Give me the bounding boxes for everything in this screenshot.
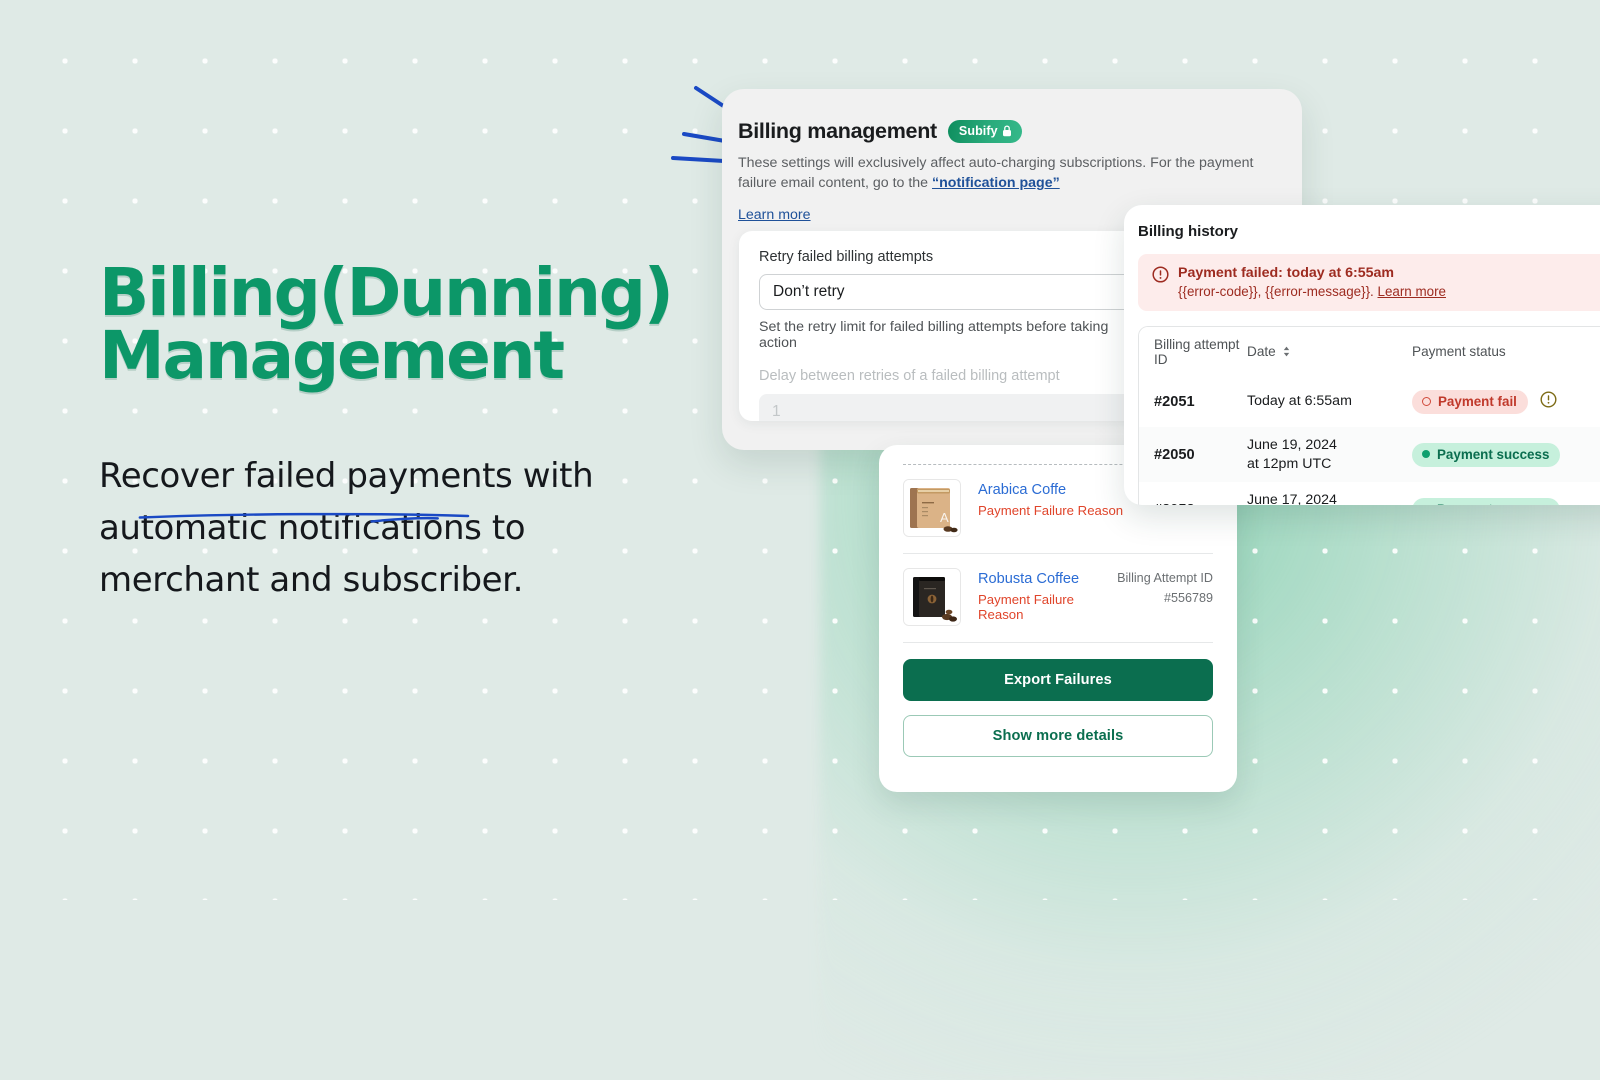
- status-badge-label: Payment success: [1437, 446, 1550, 462]
- product-failure-reason: Payment Failure Reason: [978, 592, 1075, 622]
- row-date: June 19, 2024 at 12pm UTC: [1247, 437, 1337, 472]
- billing-history-title: Billing history: [1138, 223, 1239, 240]
- page-title: Billing(Dunning) Management: [99, 254, 674, 394]
- row-date: Today at 6:55am: [1247, 393, 1352, 410]
- fail-ring-icon: [1422, 396, 1431, 406]
- table-row[interactable]: #2052 June 17, 2024 at 12pm UTC Payment …: [1139, 482, 1600, 505]
- billing-history-table: Billing attempt ID Date Payment status #…: [1138, 326, 1600, 505]
- svg-text:A: A: [940, 510, 949, 525]
- column-header-payment-status: Payment status: [1412, 343, 1506, 359]
- product-meta: Billing Attempt ID #556789: [1117, 568, 1213, 605]
- billing-management-title: Billing management: [738, 119, 937, 143]
- learn-more-link[interactable]: Learn more: [738, 207, 811, 223]
- table-row[interactable]: #2051 Today at 6:55am Payment fail: [1139, 376, 1600, 427]
- warning-circle-icon[interactable]: [1540, 390, 1557, 413]
- alert-body: {{error-code}}, {{error-message}}. Learn…: [1178, 284, 1446, 299]
- column-header-date-label: Date: [1247, 343, 1276, 359]
- row-billing-attempt-id: #2051: [1154, 393, 1195, 410]
- list-item[interactable]: Robusta Coffee Payment Failure Reason Bi…: [903, 554, 1213, 642]
- retry-attempts-select[interactable]: Don’t retry: [759, 274, 1139, 310]
- subtitle-underline-scribble: [138, 513, 470, 524]
- error-circle-icon: [1152, 266, 1169, 288]
- status-badge: Payment fail: [1412, 389, 1528, 414]
- row-date: June 17, 2024 at 12pm UTC: [1247, 492, 1337, 505]
- page-subtitle: Recover failed payments with automatic n…: [99, 456, 594, 600]
- retry-settings-panel: Retry failed billing attempts Don’t retr…: [739, 231, 1159, 421]
- robusta-bag-thumb: [903, 568, 961, 626]
- retry-delay-input-value: 1: [772, 403, 781, 420]
- retry-delay-label: Delay between retries of a failed billin…: [759, 368, 1060, 384]
- retry-attempts-label: Retry failed billing attempts: [759, 249, 934, 265]
- row-billing-attempt-id: #2052: [1154, 502, 1195, 505]
- status-badge-label: Payment success: [1437, 502, 1549, 505]
- sort-chevrons-icon[interactable]: [1281, 345, 1292, 358]
- alert-learn-more-link[interactable]: Learn more: [1378, 284, 1446, 299]
- payment-failed-alert: Payment failed: today at 6:55am {{error-…: [1138, 254, 1600, 311]
- billing-history-card: Billing history Payment failed: today at…: [1124, 205, 1600, 505]
- retry-attempts-select-value: Don’t retry: [773, 283, 845, 300]
- alert-title: Payment failed: today at 6:55am: [1178, 265, 1395, 281]
- arabica-bag-thumb: A: [903, 479, 961, 537]
- notification-page-link[interactable]: “notification page”: [932, 175, 1060, 191]
- billing-management-description: These settings will exclusively affect a…: [738, 153, 1258, 193]
- subify-badge-label: Subify: [958, 124, 998, 138]
- lock-icon: [1002, 125, 1011, 137]
- status-badge-label: Payment fail: [1438, 393, 1517, 409]
- column-header-date[interactable]: Date: [1247, 344, 1292, 359]
- billing-attempt-id-value: #556789: [1163, 591, 1213, 605]
- show-more-details-button[interactable]: Show more details: [903, 715, 1213, 757]
- row-billing-attempt-id: #2050: [1154, 446, 1195, 463]
- export-failures-button[interactable]: Export Failures: [903, 659, 1213, 701]
- product-name[interactable]: Robusta Coffee: [978, 571, 1100, 587]
- status-badge: Payment success: [1412, 498, 1561, 505]
- product-failure-reason: Payment Failure Reason: [978, 503, 1124, 518]
- column-header-billing-attempt-id: Billing attempt ID: [1154, 337, 1240, 367]
- retry-delay-input[interactable]: 1: [759, 394, 1139, 421]
- billing-attempt-id-label: Billing Attempt ID: [1117, 571, 1213, 585]
- table-header-row: Billing attempt ID Date Payment status: [1139, 327, 1600, 376]
- alert-body-text: {{error-code}}, {{error-message}}.: [1178, 284, 1378, 299]
- billing-management-header: Billing management Subify: [738, 119, 1302, 144]
- hero-text-block: Billing(Dunning) Management Recover fail…: [99, 254, 739, 606]
- retry-attempts-help: Set the retry limit for failed billing a…: [759, 319, 1109, 351]
- subify-badge: Subify: [947, 120, 1022, 143]
- status-badge: Payment success: [1412, 442, 1561, 467]
- success-dot-icon: [1422, 450, 1430, 459]
- table-row[interactable]: #2050 June 19, 2024 at 12pm UTC Payment …: [1139, 427, 1600, 483]
